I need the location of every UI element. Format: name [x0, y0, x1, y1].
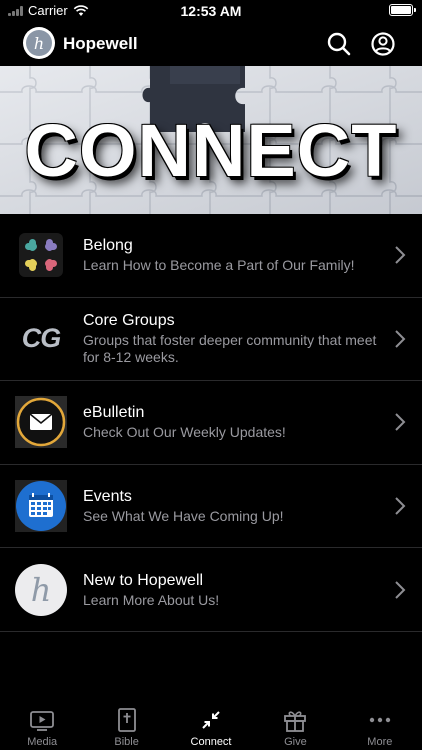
tab-more[interactable]: More — [338, 701, 422, 750]
search-icon[interactable] — [325, 30, 353, 58]
app-title: Hopewell — [63, 34, 138, 53]
list-item-title: eBulletin — [83, 404, 145, 422]
tab-label: More — [367, 736, 393, 748]
bible-icon — [117, 708, 136, 732]
chevron-right-icon — [395, 497, 406, 515]
list-item-subtitle: Groups that foster deeper community that… — [83, 332, 377, 366]
list-item-title: Core Groups — [83, 312, 175, 330]
list-item-title: New to Hopewell — [83, 571, 204, 589]
connect-list: Belong Learn How to Become a Part of Our… — [0, 214, 422, 632]
app-logo[interactable]: h — [23, 27, 55, 59]
cg-logo-text: CG — [21, 323, 61, 354]
belong-cross-icon — [15, 229, 67, 281]
tab-label: Give — [284, 736, 307, 748]
list-item-subtitle: Learn More About Us! — [83, 591, 220, 608]
list-item-core-groups[interactable]: CG Core Groups Groups that foster deeper… — [0, 298, 422, 382]
more-dots-icon — [369, 717, 391, 723]
battery-icon — [389, 4, 416, 16]
connect-banner[interactable]: CONNECT — [0, 66, 422, 214]
tab-label: Connect — [190, 736, 232, 748]
hopewell-logo-letter: h — [30, 570, 52, 609]
list-item-events[interactable]: Events See What We Have Coming Up! — [0, 465, 422, 549]
status-bar: Carrier 12:53 AM — [0, 0, 422, 22]
status-time: 12:53 AM — [180, 3, 242, 19]
app-logo-letter: h — [26, 30, 52, 56]
media-play-icon — [30, 711, 55, 731]
connect-arrows-icon — [202, 711, 220, 729]
list-item-ebulletin[interactable]: eBulletin Check Out Our Weekly Updates! — [0, 381, 422, 465]
list-item-new-to-hopewell[interactable]: h New to Hopewell Learn More About Us! — [0, 548, 422, 632]
calendar-icon — [15, 480, 67, 533]
envelope-icon — [15, 396, 67, 449]
cg-logo-icon: CG — [15, 313, 67, 365]
tab-connect[interactable]: Connect — [169, 701, 253, 750]
tab-bar: Media Bible Connect Give More — [0, 701, 422, 750]
tab-label: Media — [27, 736, 58, 748]
tab-media[interactable]: Media — [0, 701, 84, 750]
chevron-right-icon — [395, 330, 406, 348]
list-item-title: Events — [83, 488, 132, 506]
chevron-right-icon — [395, 246, 406, 265]
list-item-belong[interactable]: Belong Learn How to Become a Part of Our… — [0, 214, 422, 298]
account-icon[interactable] — [369, 30, 397, 58]
list-item-subtitle: See What We Have Coming Up! — [83, 508, 284, 525]
tab-give[interactable]: Give — [253, 701, 337, 750]
list-item-subtitle: Check Out Our Weekly Updates! — [83, 424, 286, 441]
hopewell-logo-icon: h — [15, 563, 67, 616]
chevron-right-icon — [395, 413, 406, 432]
banner-title: CONNECT — [24, 109, 398, 192]
list-item-subtitle: Learn How to Become a Part of Our Family… — [83, 257, 355, 274]
list-item-title: Belong — [83, 237, 133, 255]
chevron-right-icon — [395, 580, 406, 599]
tab-bible[interactable]: Bible — [84, 701, 168, 750]
tab-label: Bible — [114, 736, 139, 748]
app-header: h Hopewell — [0, 22, 422, 66]
gift-icon — [284, 711, 307, 732]
